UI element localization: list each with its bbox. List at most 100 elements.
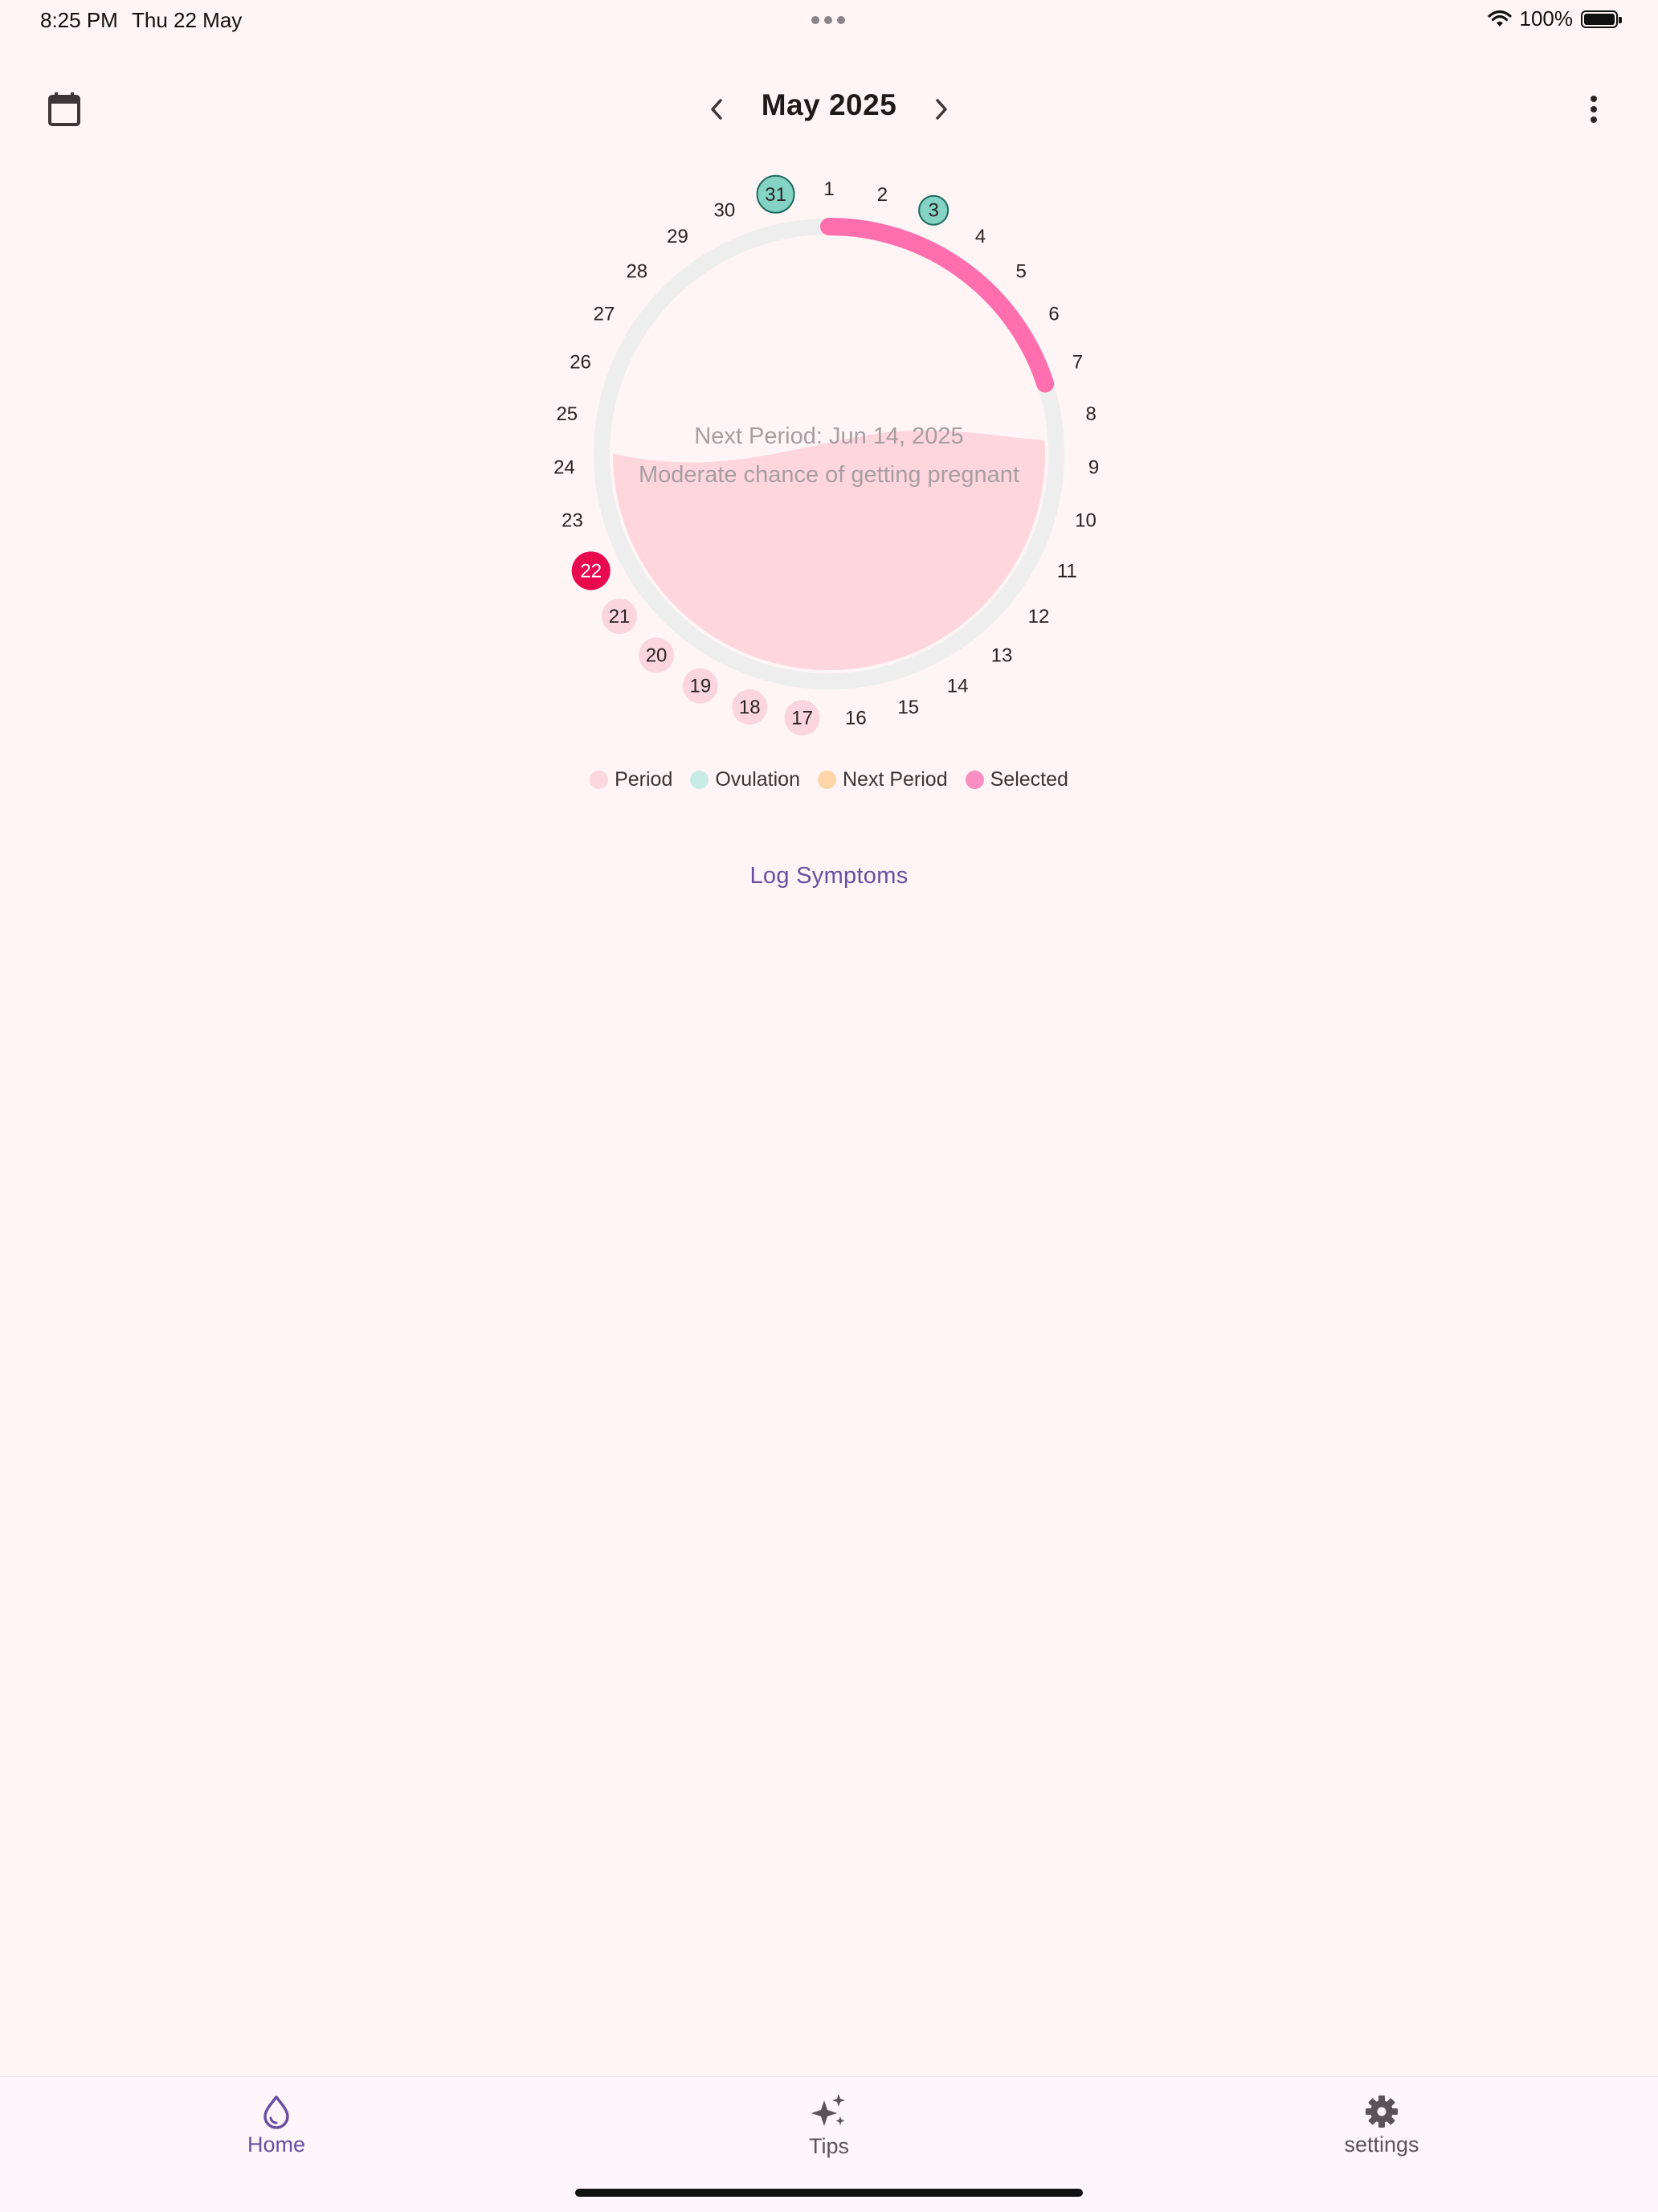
day-label: 10 [1075,510,1096,532]
next-period-text: Next Period: Jun 14, 2025 [694,423,963,449]
day-4[interactable]: 4 [975,226,986,247]
day-label: 16 [845,707,867,729]
legend: Period Ovulation Next Period Selected [0,768,1658,791]
pregnancy-chance-text: Moderate chance of getting pregnant [639,462,1019,488]
battery-percent: 100% [1519,6,1574,31]
chevron-right-icon [936,99,947,120]
legend-dot-ovulation [690,771,709,789]
day-label: 23 [562,510,583,532]
day-label: 1 [823,178,834,200]
day-label: 24 [553,457,575,479]
day-29[interactable]: 29 [667,226,688,247]
legend-item-ovulation: Ovulation [690,768,800,791]
day-label: 12 [1028,606,1050,628]
legend-label: Ovulation [715,768,800,791]
day-23[interactable]: 23 [562,510,583,532]
home-indicator [575,2189,1083,2197]
day-28[interactable]: 28 [626,261,647,283]
nav-item-home[interactable]: Home [0,2077,553,2173]
day-label: 2 [877,184,888,206]
day-label: 28 [626,261,647,283]
nav-item-tips[interactable]: Tips [553,2077,1105,2173]
legend-item-selected: Selected [965,768,1068,791]
day-27[interactable]: 27 [594,303,615,325]
status-date: Thu 22 May [132,8,243,32]
day-2[interactable]: 2 [877,184,888,206]
wifi-icon [1487,10,1512,27]
nav-label-home: Home [247,2132,306,2157]
day-label: 6 [1048,303,1059,325]
next-month-button[interactable] [925,92,958,127]
battery-icon [1581,10,1622,28]
day-label: 27 [594,303,615,325]
day-label: 11 [1057,560,1077,582]
day-label: 8 [1086,403,1096,425]
day-18[interactable]: 18 [732,689,768,725]
day-22[interactable]: 22 [571,551,611,591]
day-8[interactable]: 8 [1086,403,1096,425]
day-label: 4 [975,226,986,247]
day-label: 21 [609,606,631,628]
day-label: 14 [947,676,969,697]
day-label: 30 [714,200,736,222]
cycle-wheel: Next Period: Jun 14, 2025 Moderate chanc… [553,174,1099,736]
day-6[interactable]: 6 [1048,303,1059,325]
drop-icon [263,2095,289,2129]
day-14[interactable]: 14 [947,676,969,697]
day-24[interactable]: 24 [553,457,575,479]
day-5[interactable]: 5 [1016,261,1027,283]
legend-label: Next Period [842,768,948,791]
day-label: 26 [570,351,591,373]
legend-label: Period [615,768,673,791]
day-label: 7 [1072,351,1083,373]
day-label: 29 [667,226,688,247]
legend-label: Selected [990,768,1068,791]
day-label: 5 [1016,261,1027,283]
day-1[interactable]: 1 [823,178,834,200]
day-30[interactable]: 30 [714,200,736,222]
day-21[interactable]: 21 [602,598,638,634]
day-7[interactable]: 7 [1072,351,1083,373]
multitask-dots-icon[interactable] [811,16,845,24]
day-10[interactable]: 10 [1075,510,1096,532]
day-3[interactable]: 3 [918,194,949,226]
day-label: 19 [689,676,711,697]
day-label: 25 [556,403,578,425]
nav-label-tips: Tips [808,2133,849,2158]
day-13[interactable]: 13 [991,644,1013,666]
day-label: 13 [991,644,1013,666]
day-17[interactable]: 17 [784,700,820,736]
legend-dot-selected [965,771,984,789]
day-label: 22 [580,560,602,582]
day-label: 9 [1088,457,1099,479]
sparkle-icon [811,2093,845,2126]
more-vert-icon [1591,96,1597,123]
log-symptoms-button[interactable]: Log Symptoms [0,863,1658,889]
legend-item-next-period: Next Period [817,768,948,791]
gear-icon [1366,2095,1398,2128]
day-31[interactable]: 31 [756,174,795,214]
nav-label-settings: settings [1344,2132,1419,2157]
day-label: 17 [791,707,813,729]
status-right: 100% [1487,6,1622,31]
cycle-progress-arc [820,218,1055,393]
day-26[interactable]: 26 [570,351,591,373]
day-25[interactable]: 25 [556,403,578,425]
day-15[interactable]: 15 [897,697,919,718]
day-20[interactable]: 20 [639,637,675,673]
day-label: 3 [928,200,938,222]
day-12[interactable]: 12 [1028,606,1050,628]
month-title: May 2025 [761,88,897,121]
status-time: 8:25 PM [40,8,118,32]
legend-item-period: Period [590,768,672,791]
more-options-button[interactable] [1579,90,1608,129]
day-9[interactable]: 9 [1088,457,1099,479]
nav-item-settings[interactable]: settings [1105,2077,1658,2173]
legend-dot-period [590,771,609,789]
day-16[interactable]: 16 [845,707,867,729]
day-11[interactable]: 11 [1057,560,1077,582]
day-label: 31 [765,184,786,206]
day-19[interactable]: 19 [682,668,718,704]
status-bar: 8:25 PM Thu 22 May 100% [0,0,1658,40]
legend-dot-next-period [817,771,836,789]
